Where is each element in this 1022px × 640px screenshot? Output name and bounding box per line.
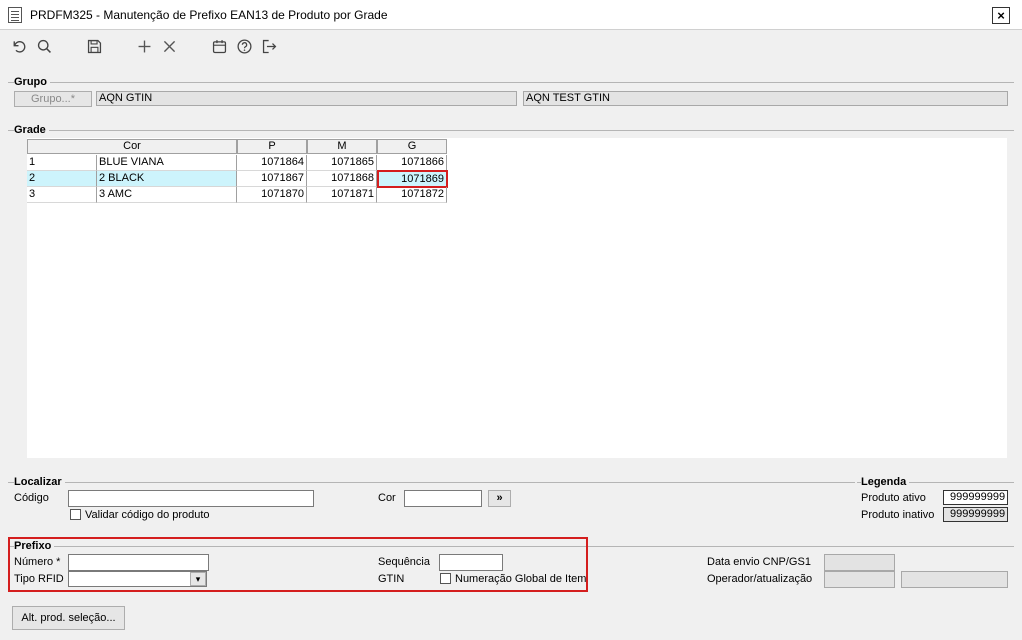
column-header-m[interactable]: M (307, 139, 377, 154)
grupo-description-field: AQN TEST GTIN (523, 91, 1008, 106)
grupo-group (8, 82, 1014, 83)
calendar-icon[interactable] (209, 36, 229, 56)
column-header-cor[interactable]: Cor (27, 139, 237, 154)
data-envio-field (824, 554, 895, 571)
tipo-rfid-label: Tipo RFID (14, 573, 64, 585)
table-row-number[interactable]: 1 (27, 155, 97, 171)
table-cell-g[interactable]: 1071872 (377, 187, 447, 203)
numeracao-checkbox[interactable] (440, 573, 451, 584)
table-cell-m[interactable]: 1071865 (307, 155, 377, 171)
sequencia-input[interactable] (439, 554, 503, 571)
undo-icon[interactable] (8, 36, 28, 56)
codigo-label: Código (14, 492, 49, 504)
chevron-down-icon[interactable]: ▾ (190, 572, 206, 586)
localizar-label: Localizar (14, 476, 65, 488)
table-cell-p[interactable]: 1071867 (237, 171, 307, 187)
produto-ativo-label: Produto ativo (861, 492, 926, 504)
save-icon[interactable] (84, 36, 104, 56)
grade-label: Grade (14, 124, 49, 136)
table-cell-cor[interactable]: 3 AMC (97, 187, 237, 203)
validar-checkbox[interactable] (70, 509, 81, 520)
sequencia-label: Sequência (378, 556, 430, 568)
prefixo-label: Prefixo (14, 540, 55, 552)
grupo-button[interactable]: Grupo...* (14, 91, 92, 107)
legenda-label: Legenda (861, 476, 910, 488)
table-cell-p[interactable]: 1071864 (237, 155, 307, 171)
produto-inativo-sample: 999999999 (943, 507, 1008, 522)
tipo-rfid-select[interactable] (68, 571, 207, 587)
operador-label: Operador/atualização (707, 573, 813, 585)
grupo-code-field: AQN GTIN (96, 91, 517, 106)
table-cell-p[interactable]: 1071870 (237, 187, 307, 203)
cor-input[interactable] (404, 490, 482, 507)
validar-label: Validar código do produto (85, 509, 210, 521)
cor-label: Cor (378, 492, 396, 504)
alt-prod-selecao-button[interactable]: Alt. prod. seleção... (12, 606, 125, 630)
numeracao-label: Numeração Global de Item (455, 573, 587, 585)
codigo-input[interactable] (68, 490, 314, 507)
window-title: PRDFM325 - Manutenção de Prefixo EAN13 d… (30, 8, 388, 22)
table-row-number[interactable]: 2 (27, 171, 97, 187)
table-cell-m[interactable]: 1071871 (307, 187, 377, 203)
add-icon[interactable] (134, 36, 154, 56)
atualizacao-field (901, 571, 1008, 588)
table-row-number[interactable]: 3 (27, 187, 97, 203)
help-icon[interactable] (234, 36, 254, 56)
operador-field (824, 571, 895, 588)
produto-ativo-sample: 999999999 (943, 490, 1008, 505)
grade-group (8, 130, 1014, 131)
table-cell-g[interactable]: 1071866 (377, 155, 447, 171)
gtin-label: GTIN (378, 573, 405, 585)
table-cell-m[interactable]: 1071868 (307, 171, 377, 187)
search-icon[interactable] (34, 36, 54, 56)
grupo-label: Grupo (14, 76, 50, 88)
close-button[interactable]: × (992, 7, 1010, 24)
data-envio-label: Data envio CNP/GS1 (707, 556, 811, 568)
table-cell-cor[interactable]: BLUE VIANA (97, 155, 237, 171)
cor-search-button[interactable]: » (488, 490, 511, 507)
numero-label: Número * (14, 556, 61, 568)
table-cell-cor[interactable]: 2 BLACK (97, 171, 237, 187)
delete-icon[interactable] (159, 36, 179, 56)
column-header-p[interactable]: P (237, 139, 307, 154)
localizar-group (8, 482, 855, 483)
numero-input[interactable] (68, 554, 209, 571)
document-icon (8, 7, 22, 23)
exit-icon[interactable] (259, 36, 279, 56)
table-cell-g-selected[interactable]: 1071869 (377, 170, 448, 188)
column-header-g[interactable]: G (377, 139, 447, 154)
produto-inativo-label: Produto inativo (861, 509, 935, 521)
